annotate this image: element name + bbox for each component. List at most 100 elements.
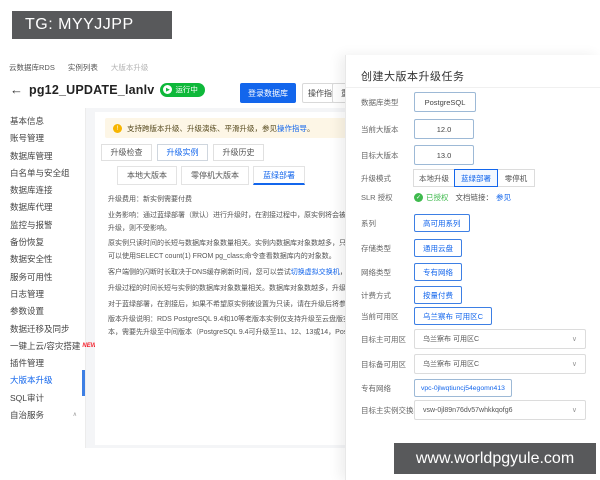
db-type-label: 数据库类型 bbox=[361, 97, 399, 107]
current-zone-value: 乌兰察布 可用区C bbox=[414, 307, 492, 325]
drawer-title: 创建大版本升级任务 bbox=[361, 71, 465, 83]
current-version-label: 当前大版本 bbox=[361, 124, 399, 134]
series-label: 系列 bbox=[361, 218, 376, 228]
storage-type-value: 通用云盘 bbox=[414, 239, 462, 257]
bottom-watermark: www.worldpgyule.com bbox=[394, 443, 596, 474]
sidebar-item-plugins[interactable]: 插件管理 bbox=[0, 355, 85, 372]
sidebar-item-major-version-upgrade[interactable]: 大版本升级 bbox=[0, 372, 85, 389]
row-target-primary-zone: 目标主可用区 乌兰察布 可用区C ∨ bbox=[361, 329, 593, 349]
sidebar: 基本信息 账号管理 数据库管理 白名单与安全组 数据库连接 数据库代理 监控与报… bbox=[0, 108, 96, 448]
page-header: ← pg12_UPDATE_lanlv ▶ 运行中 bbox=[10, 82, 205, 97]
upgrade-mode-label: 升级模式 bbox=[361, 173, 391, 183]
sidebar-scrollbar-thumb[interactable] bbox=[82, 370, 85, 396]
slr-doc-link[interactable]: 参见 bbox=[496, 192, 511, 203]
row-network-type: 网络类型 专有网络 bbox=[361, 263, 593, 281]
sidebar-item-monitoring[interactable]: 监控与报警 bbox=[0, 217, 85, 234]
target-secondary-zone-label: 目标备可用区 bbox=[361, 359, 406, 369]
sidebar-item-databases[interactable]: 数据库管理 bbox=[0, 148, 85, 165]
running-play-icon: ▶ bbox=[163, 85, 173, 94]
check-icon: ✓ bbox=[414, 193, 423, 202]
sidebar-item-sql-audit[interactable]: SQL审计 bbox=[0, 390, 85, 407]
slr-status-text: 已授权 bbox=[426, 193, 449, 202]
vswitch-value: vsw-0jl89n76dv57whkkqofg6 bbox=[423, 406, 513, 414]
banner-guide-link[interactable]: 操作指导 bbox=[277, 124, 307, 133]
row-slr: SLR 授权 ✓ 已授权 文档链接： 参见 bbox=[361, 192, 593, 203]
sidebar-item-basic-info[interactable]: 基本信息 bbox=[0, 113, 85, 130]
back-arrow-icon[interactable]: ← bbox=[10, 82, 23, 97]
warning-icon: ! bbox=[113, 123, 122, 133]
mode-zero-downtime-button[interactable]: 零停机 bbox=[497, 169, 535, 187]
target-secondary-zone-select[interactable]: 乌兰察布 可用区C ∨ bbox=[414, 354, 586, 374]
target-version-label: 目标大版本 bbox=[361, 150, 399, 160]
vpc-value: vpc-0jlwqtiuncj54egomn413 bbox=[414, 379, 512, 397]
target-secondary-zone-value: 乌兰察布 可用区C bbox=[423, 361, 479, 368]
breadcrumb: 云数据库RDS 实例列表 大版本升级 bbox=[9, 62, 148, 73]
slr-status: ✓ 已授权 文档链接： 参见 bbox=[414, 192, 511, 203]
breadcrumb-product[interactable]: 云数据库RDS bbox=[9, 62, 55, 73]
row-db-type: 数据库类型 PostgreSQL bbox=[361, 92, 593, 112]
sidebar-item-cloud-dr[interactable]: 一键上云/容灾搭建 NEW bbox=[0, 338, 96, 355]
sidebar-item-autonomy[interactable]: 自治服务 ∧ bbox=[0, 407, 85, 424]
row-target-secondary-zone: 目标备可用区 乌兰察布 可用区C ∨ bbox=[361, 354, 593, 374]
sidebar-item-parameters[interactable]: 参数设置 bbox=[0, 303, 85, 320]
subtab-local-major-version[interactable]: 本地大版本 bbox=[117, 166, 177, 185]
sidebar-item-autonomy-label: 自治服务 bbox=[10, 410, 45, 421]
sidebar-item-proxy[interactable]: 数据库代理 bbox=[0, 199, 85, 216]
tab-upgrade-check[interactable]: 升级检查 bbox=[101, 144, 152, 161]
sidebar-item-cloud-dr-label: 一键上云/容灾搭建 bbox=[10, 340, 81, 351]
target-primary-zone-label: 目标主可用区 bbox=[361, 334, 406, 344]
upgrade-mode-segmented: 本地升级 蓝绿部署 零停机 bbox=[413, 169, 535, 187]
tab-upgrade-instance[interactable]: 升级实例 bbox=[157, 144, 208, 161]
target-primary-zone-value: 乌兰察布 可用区C bbox=[423, 336, 479, 343]
banner-text: 支持跨版本升级、升级演练、平滑升级，参见操作指导。 bbox=[127, 123, 315, 134]
switch-vswitch-link[interactable]: 切换虚拟交换机 bbox=[291, 269, 340, 276]
subtab-blue-green[interactable]: 蓝绿部署 bbox=[253, 166, 305, 185]
network-type-label: 网络类型 bbox=[361, 267, 391, 277]
slr-label: SLR 授权 bbox=[361, 193, 393, 202]
chevron-down-icon: ∨ bbox=[571, 336, 577, 343]
target-version-value: 13.0 bbox=[414, 145, 474, 165]
billing-value: 按量付费 bbox=[414, 286, 462, 304]
vpc-label: 专有网络 bbox=[361, 383, 391, 393]
status-badge: ▶ 运行中 bbox=[160, 82, 205, 97]
upgrade-mode-subtabs: 本地大版本 零停机大版本 蓝绿部署 bbox=[117, 166, 305, 185]
row-current-zone: 当前可用区 乌兰察布 可用区C bbox=[361, 307, 593, 325]
top-watermark: TG: MYYJJPP bbox=[12, 11, 172, 39]
desc-dns-pre: 客户端侧的闪断时长取决于DNS缓存刷新时间，您可以尝试 bbox=[108, 268, 291, 276]
breadcrumb-current: 大版本升级 bbox=[110, 63, 149, 72]
login-database-button[interactable]: 登录数据库 bbox=[240, 83, 296, 103]
series-value: 高可用系列 bbox=[414, 214, 470, 232]
slr-doc-label: 文档链接： bbox=[455, 193, 494, 202]
chevron-down-icon: ∨ bbox=[571, 361, 577, 368]
sidebar-item-migration[interactable]: 数据迁移及同步 bbox=[0, 321, 85, 338]
current-zone-label: 当前可用区 bbox=[361, 311, 399, 321]
vswitch-select[interactable]: vsw-0jl89n76dv57whkkqofg6 ∨ bbox=[414, 400, 586, 420]
banner-text-post: 。 bbox=[307, 123, 315, 133]
current-version-value: 12.0 bbox=[414, 119, 474, 139]
sidebar-item-whitelist[interactable]: 白名单与安全组 bbox=[0, 165, 85, 182]
sidebar-item-availability[interactable]: 服务可用性 bbox=[0, 269, 85, 286]
billing-label: 计费方式 bbox=[361, 290, 391, 300]
target-primary-zone-select[interactable]: 乌兰察布 可用区C ∨ bbox=[414, 329, 586, 349]
row-vswitch: 目标主实例交换机 vsw-0jl89n76dv57whkkqofg6 ∨ bbox=[361, 400, 593, 420]
row-current-version: 当前大版本 12.0 bbox=[361, 119, 593, 139]
instance-title: pg12_UPDATE_lanlv bbox=[29, 82, 155, 97]
row-storage-type: 存储类型 通用云盘 bbox=[361, 239, 593, 257]
sidebar-item-accounts[interactable]: 账号管理 bbox=[0, 130, 85, 147]
row-vpc: 专有网络 vpc-0jlwqtiuncj54egomn413 bbox=[361, 379, 593, 397]
row-billing: 计费方式 按量付费 bbox=[361, 286, 593, 304]
subtab-zero-downtime[interactable]: 零停机大版本 bbox=[181, 166, 249, 185]
row-target-version: 目标大版本 13.0 bbox=[361, 145, 593, 165]
sidebar-item-backup[interactable]: 备份恢复 bbox=[0, 234, 85, 251]
sidebar-item-connection[interactable]: 数据库连接 bbox=[0, 182, 85, 199]
breadcrumb-instance-list[interactable]: 实例列表 bbox=[68, 62, 98, 73]
chevron-down-icon: ∨ bbox=[571, 407, 577, 414]
mode-blue-green-button[interactable]: 蓝绿部署 bbox=[454, 169, 498, 187]
row-series: 系列 高可用系列 bbox=[361, 214, 593, 232]
row-upgrade-mode: 升级模式 本地升级 蓝绿部署 零停机 bbox=[361, 169, 593, 187]
mode-local-upgrade-button[interactable]: 本地升级 bbox=[413, 169, 455, 187]
sidebar-item-data-security[interactable]: 数据安全性 bbox=[0, 251, 85, 268]
banner-text-pre: 支持跨版本升级、升级演练、平滑升级，参见 bbox=[127, 123, 277, 133]
tab-upgrade-history[interactable]: 升级历史 bbox=[213, 144, 264, 161]
sidebar-item-logs[interactable]: 日志管理 bbox=[0, 286, 85, 303]
